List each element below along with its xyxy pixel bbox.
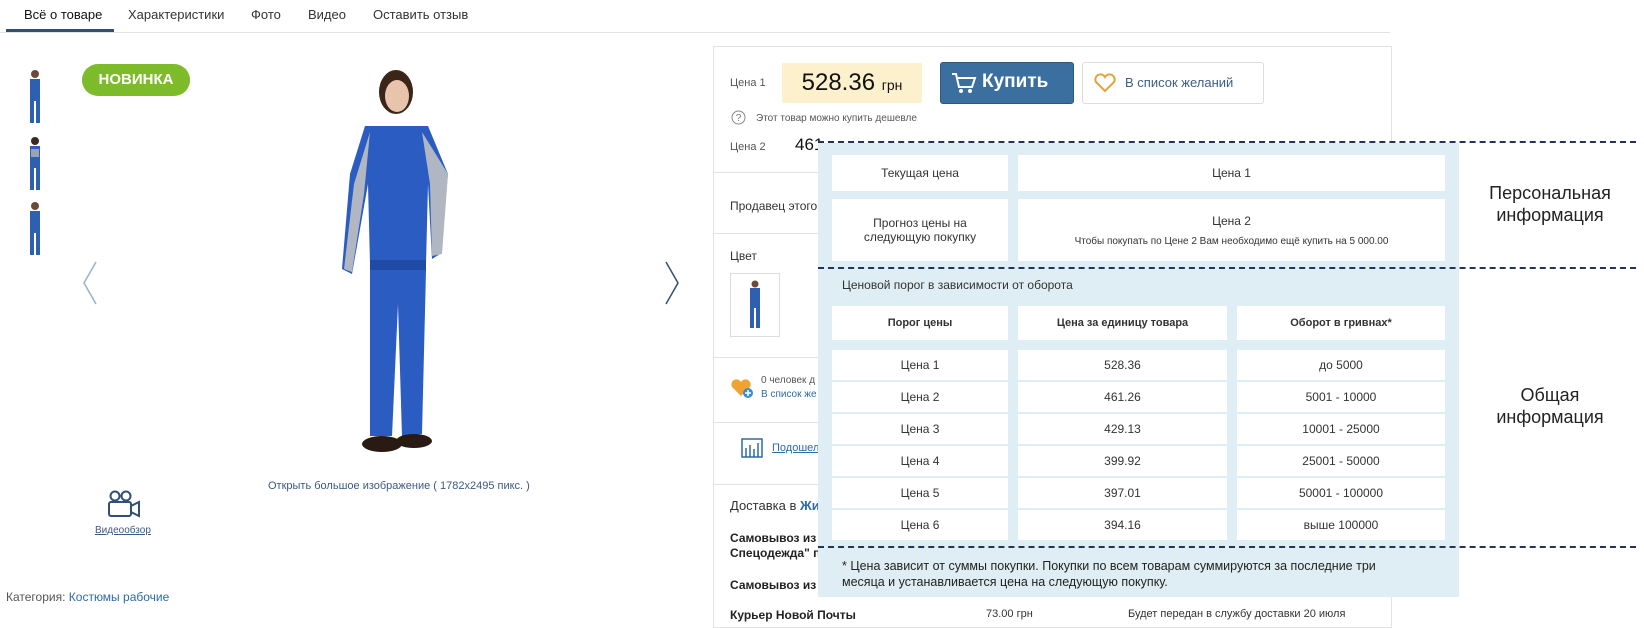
unit-price-cell: 429.13 xyxy=(1018,414,1227,444)
cheaper-note: Этот товар можно купить дешевле xyxy=(756,113,917,124)
buy-button[interactable]: Купить xyxy=(940,62,1074,104)
dashed-guide-line xyxy=(818,267,1636,269)
open-large-image-link[interactable]: Открыть большое изображение ( 1782x2495 … xyxy=(268,480,530,492)
dashed-guide-line xyxy=(818,141,1636,143)
video-camera-icon[interactable] xyxy=(107,490,141,525)
gallery-thumbnail[interactable] xyxy=(20,135,50,195)
gallery-next-arrow[interactable] xyxy=(664,260,680,311)
table-header-turnover: Оборот в гривнах* xyxy=(1237,306,1445,340)
product-tabs: Всё о товаре Характеристики Фото Видео О… xyxy=(0,0,1390,33)
pickup-option-2: Самовывоз из xyxy=(730,578,817,592)
general-annotation-line1: Общая xyxy=(1520,385,1580,405)
active-tab-indicator xyxy=(6,29,114,32)
wishlist-label: В список желаний xyxy=(1125,75,1234,90)
threshold-title: Ценовой порог в зависимости от оборота xyxy=(842,278,1073,292)
heart-icon xyxy=(1094,73,1116,96)
product-main-image[interactable] xyxy=(330,64,470,474)
current-price-label-cell: Текущая цена xyxy=(832,155,1008,191)
forecast-value-cell: Цена 2 Чтобы покупать по Цене 2 Вам необ… xyxy=(1018,199,1445,261)
price1-label: Цена 1 xyxy=(730,77,766,89)
turnover-cell: 50001 - 100000 xyxy=(1237,478,1445,508)
cart-icon xyxy=(951,72,977,100)
footnote-line1: * Цена зависит от суммы покупки. Покупки… xyxy=(842,559,1376,573)
table-header-threshold: Порог цены xyxy=(832,306,1008,340)
unit-price-cell: 394.16 xyxy=(1018,510,1227,540)
seller-text-partial: Продавец этого xyxy=(730,199,818,213)
forecast-label-line2: следующую покупку xyxy=(863,230,977,244)
tab-characteristics[interactable]: Характеристики xyxy=(128,7,224,22)
courier-option: Курьер Новой Почты xyxy=(730,608,856,622)
price2-label: Цена 2 xyxy=(730,141,766,153)
current-price-value-cell: Цена 1 xyxy=(1018,155,1445,191)
threshold-cell: Цена 2 xyxy=(832,382,1008,412)
unit-price-cell: 397.01 xyxy=(1018,478,1227,508)
current-price-box: 528.36 грн xyxy=(782,63,922,103)
size-fit-link-partial[interactable]: Подошел xyxy=(772,442,819,454)
threshold-cell: Цена 3 xyxy=(832,414,1008,444)
size-chart-icon xyxy=(740,436,764,465)
currency-label: грн xyxy=(881,77,903,93)
threshold-cell: Цена 6 xyxy=(832,510,1008,540)
pickup-option-1: Самовывоз из xyxy=(730,531,817,545)
personal-annotation-line1: Персональная xyxy=(1489,183,1611,203)
svg-text:?: ? xyxy=(736,113,742,124)
forecast-label-cell: Прогноз цены на следующую покупку xyxy=(832,199,1008,261)
threshold-cell: Цена 4 xyxy=(832,446,1008,476)
turnover-cell: до 5000 xyxy=(1237,350,1445,380)
question-icon[interactable]: ? xyxy=(731,110,746,130)
gallery-thumbnail[interactable] xyxy=(20,200,50,260)
forecast-value: Цена 2 xyxy=(1212,213,1251,228)
footnote-line2: месяца и устанавливается цена на следующ… xyxy=(842,575,1168,589)
open-large-image-text[interactable]: Открыть большое изображение xyxy=(268,480,430,492)
tab-photo[interactable]: Фото xyxy=(251,7,281,22)
personal-info-annotation: Персональная информация xyxy=(1470,182,1630,226)
forecast-note: Чтобы покупать по Цене 2 Вам необходимо … xyxy=(1074,235,1389,247)
category-label: Категория: xyxy=(6,590,66,604)
dashed-guide-line xyxy=(818,546,1636,548)
forecast-label-line1: Прогноз цены на xyxy=(873,216,967,230)
personal-annotation-line2: информация xyxy=(1496,205,1604,225)
threshold-cell: Цена 1 xyxy=(832,350,1008,380)
category-link[interactable]: Костюмы рабочие xyxy=(69,590,170,604)
turnover-cell: 25001 - 50000 xyxy=(1237,446,1445,476)
current-price-value: 528.36 xyxy=(801,69,876,96)
turnover-cell: выше 100000 xyxy=(1237,510,1445,540)
wish-count-text: 0 человек д xyxy=(761,375,816,386)
wishlist-link-partial[interactable]: В список же xyxy=(761,389,817,400)
turnover-cell: 10001 - 25000 xyxy=(1237,414,1445,444)
gallery-thumbnail[interactable] xyxy=(20,68,50,128)
color-option-swatch[interactable] xyxy=(730,273,780,337)
color-label: Цвет xyxy=(730,249,757,263)
buy-button-label: Купить xyxy=(982,71,1049,92)
table-header-unit-price: Цена за единицу товара xyxy=(1018,306,1227,340)
video-review-link[interactable]: Видеообзор xyxy=(95,525,151,536)
wishlist-heart-plus-icon xyxy=(730,377,754,404)
tab-all-about-product[interactable]: Всё о товаре xyxy=(24,7,102,22)
image-size-text: ( 1782x2495 пикс. ) xyxy=(433,480,530,492)
pickup-option-1-line2: Спецодежда" п xyxy=(730,546,821,560)
add-to-wishlist-button[interactable]: В список желаний xyxy=(1082,62,1264,104)
tab-video[interactable]: Видео xyxy=(308,7,346,22)
unit-price-cell: 528.36 xyxy=(1018,350,1227,380)
tab-leave-review[interactable]: Оставить отзыв xyxy=(373,7,468,22)
courier-note: Будет передан в службу доставки 20 июля xyxy=(1128,608,1346,620)
gallery-prev-arrow[interactable] xyxy=(82,260,98,311)
category-line: Категория: Костюмы рабочие xyxy=(6,590,169,604)
new-badge: НОВИНКА xyxy=(82,64,190,96)
general-info-annotation: Общая информация xyxy=(1470,384,1630,428)
courier-price: 73.00 грн xyxy=(986,608,1033,620)
footnote: * Цена зависит от суммы покупки. Покупки… xyxy=(842,558,1442,590)
turnover-cell: 5001 - 10000 xyxy=(1237,382,1445,412)
unit-price-cell: 399.92 xyxy=(1018,446,1227,476)
general-annotation-line2: информация xyxy=(1496,407,1604,427)
delivery-city-partial[interactable]: Жи xyxy=(800,498,820,513)
unit-price-cell: 461.26 xyxy=(1018,382,1227,412)
threshold-cell: Цена 5 xyxy=(832,478,1008,508)
delivery-label: Доставка в xyxy=(730,498,797,513)
